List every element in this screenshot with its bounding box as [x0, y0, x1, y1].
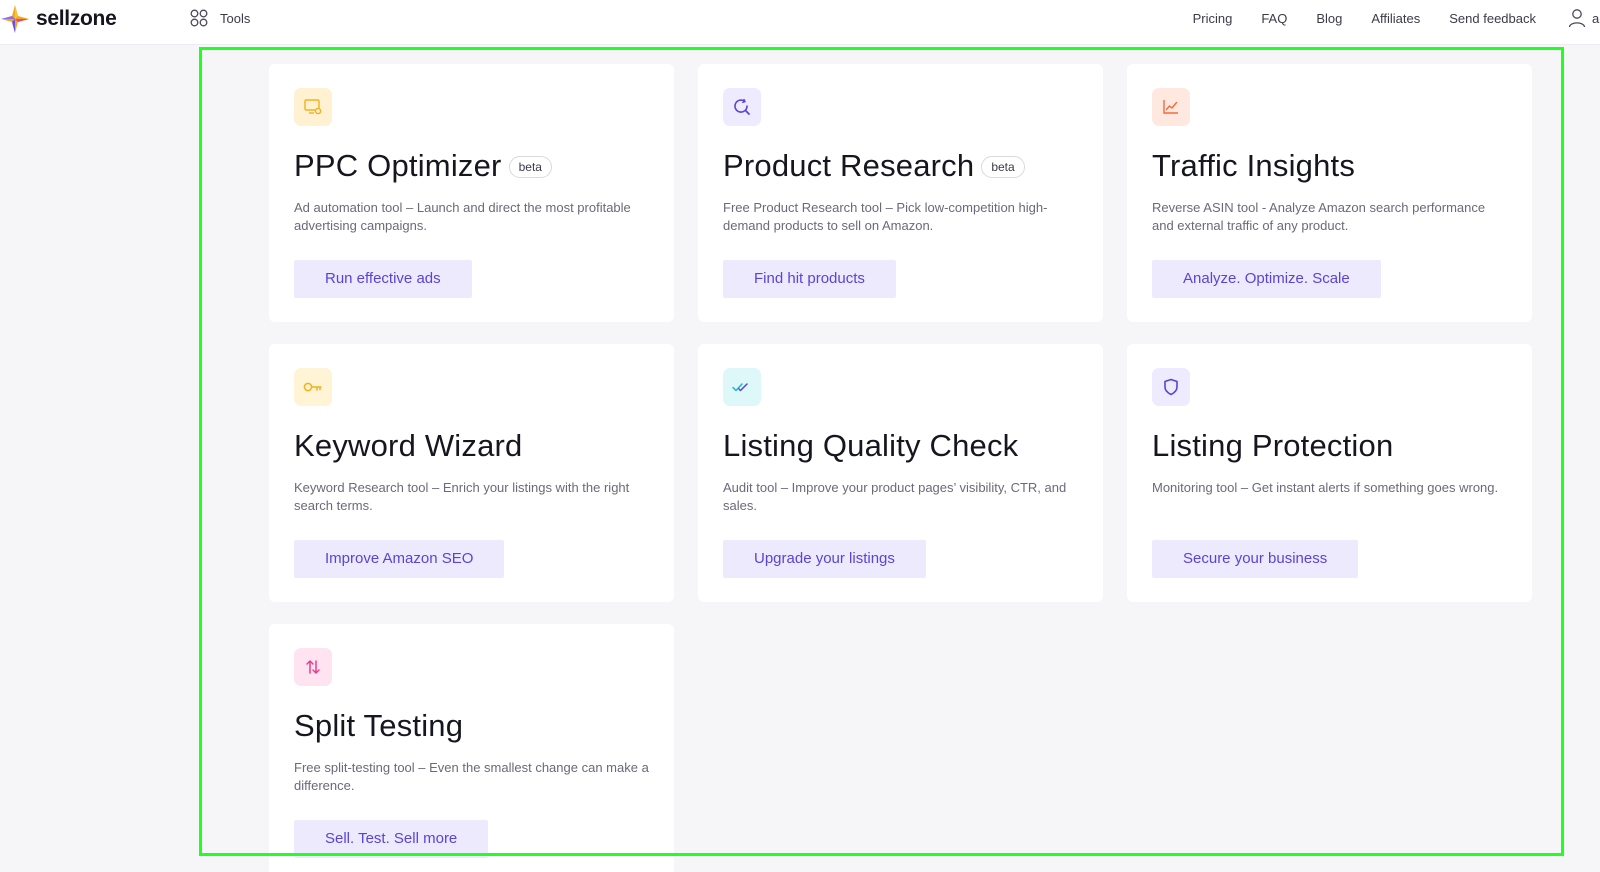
sellzone-star-icon: [1, 5, 29, 33]
beta-badge: beta: [508, 156, 552, 178]
nav-faq[interactable]: FAQ: [1261, 11, 1287, 26]
listing-quality-icon-tile: [723, 368, 761, 406]
line-chart-icon: [1163, 100, 1178, 114]
card-title: Traffic Insights: [1152, 148, 1356, 183]
keyword-wizard-icon-tile: [294, 368, 332, 406]
tool-card-keyword-wizard: Keyword Wizard Keyword Research tool – E…: [269, 344, 674, 602]
sell-test-sell-more-button[interactable]: Sell. Test. Sell more: [294, 820, 489, 858]
nav-affiliates[interactable]: Affiliates: [1371, 11, 1420, 26]
upgrade-your-listings-button[interactable]: Upgrade your listings: [723, 540, 926, 578]
double-check-icon: [732, 383, 748, 392]
run-effective-ads-button[interactable]: Run effective ads: [294, 260, 472, 298]
card-title: Keyword Wizard: [294, 428, 523, 463]
logo-text: sellzone: [36, 7, 117, 30]
card-title: PPC Optimizer: [294, 148, 502, 183]
up-down-arrows-icon: [306, 660, 320, 674]
card-description: Monitoring tool – Get instant alerts if …: [1152, 480, 1499, 495]
tool-card-product-research: Product Research beta Free Product Resea…: [698, 64, 1103, 322]
grid-apps-icon: [190, 9, 208, 27]
secure-your-business-button[interactable]: Secure your business: [1152, 540, 1359, 578]
card-description: Reverse ASIN tool - Analyze Amazon searc…: [1152, 200, 1486, 233]
split-testing-icon-tile: [294, 648, 332, 686]
card-title: Split Testing: [294, 708, 464, 743]
tools-menu[interactable]: Tools: [190, 9, 250, 27]
nav-blog[interactable]: Blog: [1316, 11, 1342, 26]
tool-card-listing-protection: Listing Protection Monitoring tool – Get…: [1127, 344, 1532, 602]
improve-amazon-seo-button[interactable]: Improve Amazon SEO: [294, 540, 505, 578]
card-description: Ad automation tool – Launch and direct t…: [294, 200, 631, 233]
top-header: sellzone Tools Pricing FAQ Blog Affiliat…: [0, 0, 1600, 45]
product-research-icon-tile: [723, 88, 761, 126]
search-refresh-icon: [734, 98, 750, 115]
key-icon: [303, 382, 322, 392]
analyze-optimize-scale-button[interactable]: Analyze. Optimize. Scale: [1152, 260, 1381, 298]
find-hit-products-button[interactable]: Find hit products: [723, 260, 896, 298]
traffic-insights-icon-tile: [1152, 88, 1190, 126]
tool-card-listing-quality-check: Listing Quality Check Audit tool – Impro…: [698, 344, 1103, 602]
card-description: Free split-testing tool – Even the small…: [294, 760, 649, 793]
listing-protection-icon-tile: [1152, 368, 1190, 406]
top-nav: Pricing FAQ Blog Affiliates Send feedbac…: [1164, 0, 1600, 36]
nav-pricing[interactable]: Pricing: [1193, 11, 1233, 26]
card-description: Free Product Research tool – Pick low-co…: [723, 200, 1048, 233]
ppc-monitor-gear-icon: [304, 99, 322, 115]
tool-card-traffic-insights: Traffic Insights Reverse ASIN tool - Ana…: [1127, 64, 1532, 322]
sellzone-logo[interactable]: sellzone: [0, 4, 117, 34]
card-title: Listing Protection: [1152, 428, 1394, 463]
tools-label: Tools: [220, 10, 251, 26]
user-name-truncated[interactable]: a: [1592, 11, 1600, 26]
card-title: Listing Quality Check: [723, 428, 1019, 463]
card-description: Keyword Research tool – Enrich your list…: [294, 480, 630, 513]
shield-icon: [1164, 378, 1178, 396]
tool-card-ppc-optimizer: PPC Optimizer beta Ad automation tool – …: [269, 64, 674, 322]
nav-send-feedback[interactable]: Send feedback: [1449, 11, 1536, 26]
tool-card-split-testing: Split Testing Free split-testing tool – …: [269, 624, 674, 872]
user-icon[interactable]: [1568, 8, 1586, 28]
card-description: Audit tool – Improve your product pages’…: [723, 480, 1067, 513]
ppc-icon-tile: [294, 88, 332, 126]
tools-grid: PPC Optimizer beta Ad automation tool – …: [269, 64, 1532, 872]
card-title: Product Research: [723, 148, 975, 183]
beta-badge: beta: [981, 156, 1025, 178]
